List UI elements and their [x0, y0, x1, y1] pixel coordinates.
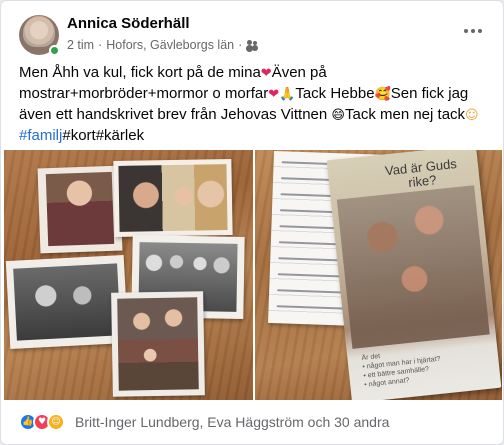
smile-hearts-emoji-icon: 🥰: [374, 87, 391, 102]
friends-audience-icon[interactable]: [246, 40, 258, 50]
photo-card-baby: [37, 165, 123, 254]
tract-leaflet: Vad är Guds rike? Är det • något man har…: [326, 150, 502, 400]
post-card: Annica Söderhäll 2 tim · Hofors, Gävlebo…: [0, 0, 504, 445]
post-text-segment: Tack men nej tack: [344, 106, 466, 123]
photo-family-cards[interactable]: [4, 150, 253, 400]
photo-card-bw-couple: [5, 254, 129, 350]
post-time[interactable]: 2 tim: [67, 38, 94, 52]
more-dot-icon: [471, 29, 475, 33]
post-text-segment: Tack Hebbe: [295, 85, 375, 102]
photo-content: [118, 164, 228, 232]
post-header: Annica Söderhäll 2 tim · Hofors, Gävlebo…: [19, 13, 489, 59]
photo-content: [13, 263, 121, 341]
handwriting-line: [281, 161, 332, 166]
post-location[interactable]: Hofors, Gävleborgs län: [106, 38, 234, 52]
heart-emoji-icon: ❤: [260, 66, 272, 81]
post-text: Men Åhh va kul, fick kort på de mina❤Äve…: [19, 63, 493, 146]
reaction-names[interactable]: Britt-Inger Lundberg, Eva Häggström och …: [75, 414, 389, 430]
hashtag-text: #kärlek: [95, 127, 145, 144]
meta-separator: ·: [238, 38, 243, 52]
grin-emoji-icon: 😄: [331, 108, 345, 123]
photo-content: [45, 171, 115, 247]
relieved-emoji-icon: ☺: [465, 108, 479, 123]
photo-letter-tract[interactable]: Vad är Guds rike? Är det • något man har…: [255, 150, 502, 400]
post-text-segment: Men Åhh va kul, fick kort på de mina: [19, 64, 261, 81]
hashtag-link[interactable]: #familj: [19, 127, 62, 144]
reactions-bar[interactable]: 👍 ♥ ☺ Britt-Inger Lundberg, Eva Häggströ…: [19, 411, 389, 433]
care-icon: ☺: [47, 413, 65, 431]
tract-illustration: [336, 185, 490, 349]
more-options-button[interactable]: [459, 21, 487, 41]
hashtag-text: #kort: [62, 127, 96, 144]
meta-separator: ·: [98, 38, 103, 52]
photo-content: [117, 297, 199, 391]
tract-small-text: Är det • något man har i hjärtat? • ett …: [361, 353, 441, 389]
reaction-icons: 👍 ♥ ☺: [19, 413, 65, 431]
more-dot-icon: [464, 29, 468, 33]
post-meta: 2 tim · Hofors, Gävleborgs län ·: [67, 38, 258, 52]
author-name[interactable]: Annica Söderhäll: [67, 15, 190, 32]
photo-card-family-portrait: [111, 291, 205, 397]
photo-card-family: [113, 158, 233, 238]
heart-emoji-icon: ❤: [268, 87, 280, 102]
pray-emoji-icon: 🙏: [279, 87, 296, 102]
online-status-icon: [49, 45, 60, 56]
avatar-image: [23, 17, 55, 47]
handwriting-line: [276, 305, 347, 310]
more-dot-icon: [478, 29, 482, 33]
